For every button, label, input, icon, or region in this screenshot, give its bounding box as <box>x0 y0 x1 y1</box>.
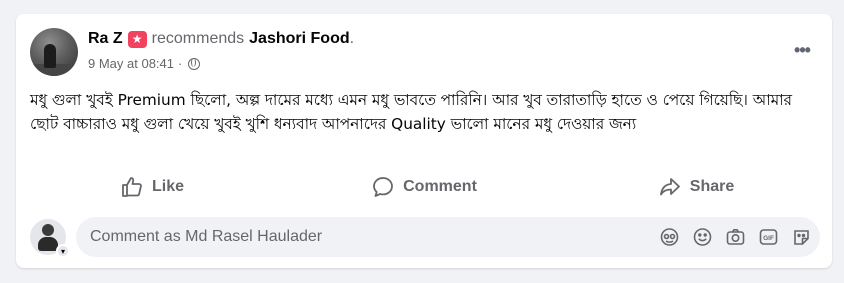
avatar-shirt <box>38 237 58 251</box>
comment-icon <box>373 177 394 197</box>
like-icon <box>122 177 142 197</box>
comment-input[interactable] <box>90 228 610 246</box>
comment-composer: ▾ Comment as Md Rasel Haulader GIF <box>30 216 820 258</box>
post-header: Ra Z ★ recommends Jashori Food . <box>88 30 354 48</box>
svg-text:GIF: GIF <box>763 235 774 242</box>
emoji-icon[interactable] <box>692 227 713 247</box>
chevron-down-icon[interactable]: ▾ <box>56 244 70 258</box>
comment-label: Comment <box>403 178 477 195</box>
avatar-head <box>42 224 54 236</box>
star-recommend-icon: ★ <box>127 30 147 48</box>
sticker-icon[interactable] <box>791 227 812 247</box>
share-label: Share <box>689 178 735 195</box>
composer-tools: GIF <box>659 227 812 247</box>
camera-icon[interactable] <box>725 227 746 247</box>
globe-icon[interactable] <box>188 57 201 70</box>
author-name[interactable]: Ra Z <box>88 30 123 48</box>
comment-button[interactable]: Comment <box>299 170 549 204</box>
post-meta: 9 May at 08:41 · <box>88 56 201 71</box>
post-body-text: মধু গুলা খুবই Premium ছিলো, অল্প দামের ম… <box>30 91 792 133</box>
page-name-link[interactable]: Jashori Food <box>249 30 349 48</box>
header-period: . <box>349 30 355 47</box>
avatar-figure <box>44 44 56 68</box>
post-timestamp[interactable]: 9 May at 08:41 <box>88 56 174 71</box>
like-button[interactable]: Like <box>27 170 277 204</box>
post-actions: Like Comment Share <box>16 169 832 205</box>
meta-separator: · <box>178 56 183 71</box>
share-button[interactable]: Share <box>571 170 821 204</box>
avatar-sticker-icon[interactable] <box>659 227 680 247</box>
more-options-button[interactable]: ••• <box>790 38 814 62</box>
like-label: Like <box>151 178 184 195</box>
author-avatar[interactable] <box>30 28 78 76</box>
recommends-text: recommends <box>151 30 245 47</box>
share-icon <box>659 178 680 196</box>
current-user-avatar[interactable]: ▾ <box>30 219 70 258</box>
comment-box[interactable]: GIF <box>76 217 820 257</box>
post-card: Ra Z ★ recommends Jashori Food . 9 May a… <box>16 14 832 268</box>
gif-icon[interactable]: GIF <box>758 227 779 247</box>
